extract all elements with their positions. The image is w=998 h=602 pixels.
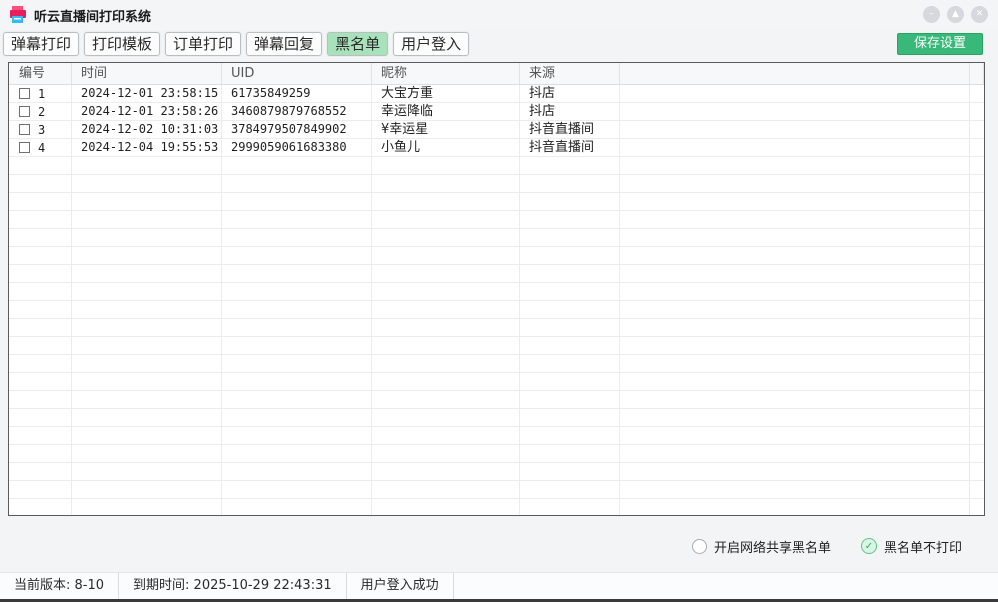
tab-danmu-reply[interactable]: 弹幕回复 bbox=[246, 32, 322, 56]
cell-time: 2024-12-01 23:58:15 bbox=[72, 85, 222, 102]
table-row[interactable]: 1 2024-12-01 23:58:15 61735849259 大宝方重 抖… bbox=[9, 85, 984, 103]
tab-blacklist[interactable]: 黑名单 bbox=[327, 32, 388, 56]
cell-source: 抖店 bbox=[520, 85, 620, 102]
cell-time: 2024-12-02 10:31:03 bbox=[72, 121, 222, 138]
table-row-empty bbox=[9, 391, 984, 409]
cell-id: 3 bbox=[38, 123, 45, 137]
column-header-filler bbox=[620, 63, 970, 84]
check-circle-icon[interactable]: ✓ bbox=[861, 538, 877, 554]
table-body: 1 2024-12-01 23:58:15 61735849259 大宝方重 抖… bbox=[9, 85, 984, 516]
status-expire-time: 到期时间: 2025-10-29 22:43:31 bbox=[119, 573, 347, 599]
column-header-uid: UID bbox=[222, 63, 372, 84]
cell-nickname: ¥幸运星 bbox=[372, 121, 520, 138]
table-row-empty bbox=[9, 337, 984, 355]
tab-danmu-print[interactable]: 弹幕打印 bbox=[3, 32, 79, 56]
blacklist-table: 编号 时间 UID 昵称 来源 1 2024-12-01 23:58:15 61… bbox=[8, 62, 985, 516]
tab-order-print[interactable]: 订单打印 bbox=[165, 32, 241, 56]
app-title: 听云直播间打印系统 bbox=[34, 6, 151, 25]
cell-uid: 3784979507849902 bbox=[222, 121, 372, 138]
status-login-state: 用户登入成功 bbox=[347, 573, 454, 599]
table-row-empty bbox=[9, 301, 984, 319]
share-blacklist-option[interactable]: 开启网络共享黑名单 bbox=[692, 537, 831, 556]
cell-time: 2024-12-04 19:55:53 bbox=[72, 139, 222, 156]
tab-bar: 弹幕打印 打印模板 订单打印 弹幕回复 黑名单 用户登入 bbox=[3, 32, 469, 56]
table-row-empty bbox=[9, 499, 984, 516]
cell-id: 1 bbox=[38, 87, 45, 101]
table-row-empty bbox=[9, 355, 984, 373]
cell-id: 4 bbox=[38, 141, 45, 155]
minimize-icon[interactable]: – bbox=[923, 6, 940, 23]
radio-unchecked-icon[interactable] bbox=[692, 539, 707, 554]
status-version: 当前版本: 8-10 bbox=[0, 573, 119, 599]
column-header-nickname: 昵称 bbox=[372, 63, 520, 84]
blacklist-options: 开启网络共享黑名单 ✓ 黑名单不打印 bbox=[692, 536, 962, 556]
table-row-empty bbox=[9, 229, 984, 247]
cell-nickname: 幸运降临 bbox=[372, 103, 520, 120]
no-print-label: 黑名单不打印 bbox=[884, 537, 962, 556]
table-row-empty bbox=[9, 445, 984, 463]
table-header: 编号 时间 UID 昵称 来源 bbox=[9, 63, 984, 85]
column-header-end bbox=[970, 63, 984, 84]
status-bar: 当前版本: 8-10 到期时间: 2025-10-29 22:43:31 用户登… bbox=[0, 572, 998, 602]
table-row-empty bbox=[9, 463, 984, 481]
share-blacklist-label: 开启网络共享黑名单 bbox=[714, 537, 831, 556]
cell-source: 抖店 bbox=[520, 103, 620, 120]
tab-user-login[interactable]: 用户登入 bbox=[393, 32, 469, 56]
table-row-empty bbox=[9, 193, 984, 211]
table-row-empty bbox=[9, 157, 984, 175]
cell-uid: 61735849259 bbox=[222, 85, 372, 102]
save-settings-button[interactable]: 保存设置 bbox=[897, 33, 983, 55]
cell-source: 抖音直播间 bbox=[520, 139, 620, 156]
cell-time: 2024-12-01 23:58:26 bbox=[72, 103, 222, 120]
table-row-empty bbox=[9, 373, 984, 391]
window-controls: – ▲ ✕ bbox=[923, 6, 988, 23]
table-row-empty bbox=[9, 175, 984, 193]
title-bar: 听云直播间打印系统 – ▲ ✕ bbox=[0, 0, 998, 30]
cell-nickname: 大宝方重 bbox=[372, 85, 520, 102]
no-print-option[interactable]: ✓ 黑名单不打印 bbox=[861, 537, 962, 556]
table-row-empty bbox=[9, 427, 984, 445]
table-row-empty bbox=[9, 247, 984, 265]
cell-nickname: 小鱼儿 bbox=[372, 139, 520, 156]
tab-print-template[interactable]: 打印模板 bbox=[84, 32, 160, 56]
table-row[interactable]: 3 2024-12-02 10:31:03 3784979507849902 ¥… bbox=[9, 121, 984, 139]
row-checkbox[interactable] bbox=[19, 88, 30, 99]
table-row-empty bbox=[9, 319, 984, 337]
table-row-empty bbox=[9, 481, 984, 499]
table-row-empty bbox=[9, 283, 984, 301]
cell-uid: 2999059061683380 bbox=[222, 139, 372, 156]
row-checkbox[interactable] bbox=[19, 142, 30, 153]
row-checkbox[interactable] bbox=[19, 106, 30, 117]
column-header-time: 时间 bbox=[72, 63, 222, 84]
column-header-id: 编号 bbox=[9, 63, 72, 84]
maximize-icon[interactable]: ▲ bbox=[947, 6, 964, 23]
printer-app-icon bbox=[8, 5, 28, 25]
table-row-empty bbox=[9, 211, 984, 229]
table-row[interactable]: 2 2024-12-01 23:58:26 3460879879768552 幸… bbox=[9, 103, 984, 121]
column-header-source: 来源 bbox=[520, 63, 620, 84]
close-icon[interactable]: ✕ bbox=[971, 6, 988, 23]
cell-uid: 3460879879768552 bbox=[222, 103, 372, 120]
cell-source: 抖音直播间 bbox=[520, 121, 620, 138]
table-row-empty bbox=[9, 265, 984, 283]
row-checkbox[interactable] bbox=[19, 124, 30, 135]
table-row-empty bbox=[9, 409, 984, 427]
table-row[interactable]: 4 2024-12-04 19:55:53 2999059061683380 小… bbox=[9, 139, 984, 157]
cell-id: 2 bbox=[38, 105, 45, 119]
